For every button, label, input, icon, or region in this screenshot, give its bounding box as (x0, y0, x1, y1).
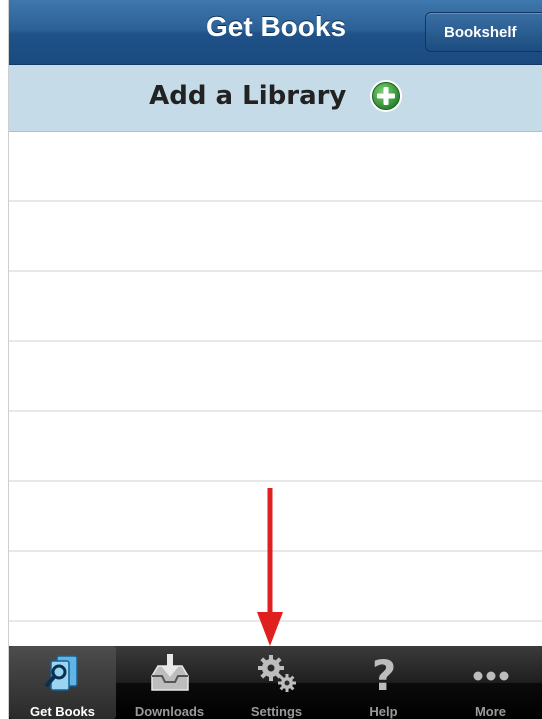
list-item (9, 342, 542, 412)
tab-label: More (474, 704, 507, 719)
list-item (9, 412, 542, 482)
tab-help[interactable]: ? Help (330, 646, 437, 719)
app-screen: Get Books Bookshelf Add a Library Get Bo… (8, 0, 542, 719)
tab-get-books[interactable]: Get Books (9, 646, 116, 719)
bookshelf-button[interactable]: Bookshelf (425, 12, 542, 52)
svg-text:?: ? (371, 652, 395, 696)
more-dots-icon (473, 671, 508, 681)
list-item (9, 272, 542, 342)
tab-label: Get Books (29, 704, 95, 719)
settings-gears-icon (257, 655, 296, 692)
red-arrow-annotation (257, 488, 283, 646)
tab-bar: Get Books Downloads Settings ? Help More (9, 646, 542, 719)
downloads-icon (150, 654, 189, 691)
get-books-icon (44, 655, 78, 691)
plus-circle-icon[interactable] (369, 79, 403, 113)
list-item (9, 202, 542, 272)
tab-downloads[interactable]: Downloads (116, 646, 223, 719)
tab-settings[interactable]: Settings (223, 646, 330, 719)
tab-label: Settings (250, 704, 303, 719)
question-mark-icon: ? (371, 652, 395, 696)
navigation-bar: Get Books Bookshelf (9, 0, 542, 65)
tab-label: Help (369, 704, 398, 719)
tab-label: Downloads (134, 704, 205, 719)
add-library-bar[interactable]: Add a Library (9, 65, 542, 132)
tab-more[interactable]: More (437, 646, 542, 719)
list-item (9, 132, 542, 202)
add-library-label: Add a Library (149, 81, 347, 111)
